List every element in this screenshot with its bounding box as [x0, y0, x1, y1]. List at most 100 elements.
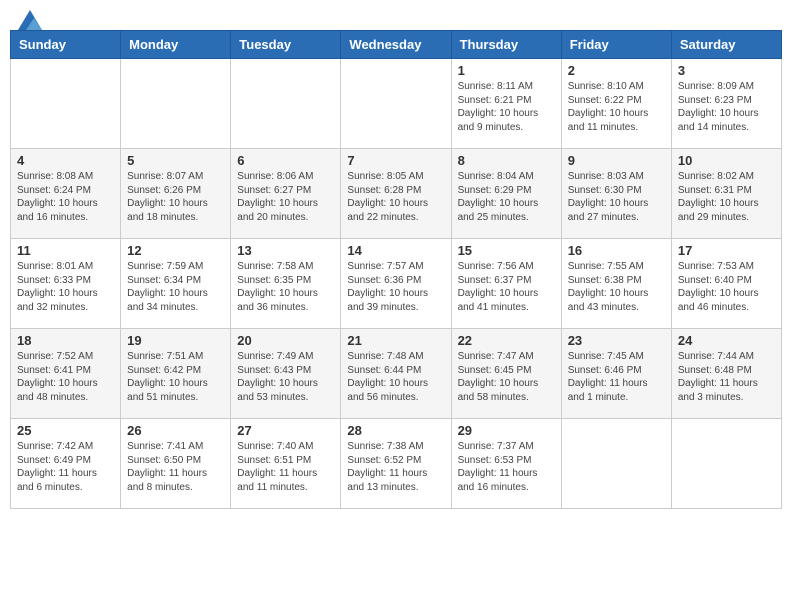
- calendar-week-row: 18 Sunrise: 7:52 AM Sunset: 6:41 PM Dayli…: [11, 329, 782, 419]
- day-number: 28: [347, 423, 444, 438]
- calendar-cell: [671, 419, 781, 509]
- day-info: Sunrise: 8:08 AM Sunset: 6:24 PM Dayligh…: [17, 170, 114, 224]
- weekday-header-saturday: Saturday: [671, 31, 781, 59]
- calendar-cell: 21 Sunrise: 7:48 AM Sunset: 6:44 PM Dayli…: [341, 329, 451, 419]
- calendar-cell: 1 Sunrise: 8:11 AM Sunset: 6:21 PM Daylig…: [451, 59, 561, 149]
- calendar-cell: [121, 59, 231, 149]
- calendar-cell: 13 Sunrise: 7:58 AM Sunset: 6:35 PM Dayli…: [231, 239, 341, 329]
- day-info: Sunrise: 8:03 AM Sunset: 6:30 PM Dayligh…: [568, 170, 665, 224]
- day-number: 10: [678, 153, 775, 168]
- day-info: Sunrise: 7:37 AM Sunset: 6:53 PM Dayligh…: [458, 440, 555, 494]
- calendar-cell: 26 Sunrise: 7:41 AM Sunset: 6:50 PM Dayli…: [121, 419, 231, 509]
- day-number: 3: [678, 63, 775, 78]
- day-info: Sunrise: 7:55 AM Sunset: 6:38 PM Dayligh…: [568, 260, 665, 314]
- day-number: 11: [17, 243, 114, 258]
- day-number: 18: [17, 333, 114, 348]
- day-number: 5: [127, 153, 224, 168]
- day-info: Sunrise: 7:44 AM Sunset: 6:48 PM Dayligh…: [678, 350, 775, 404]
- calendar-cell: 4 Sunrise: 8:08 AM Sunset: 6:24 PM Daylig…: [11, 149, 121, 239]
- calendar-cell: 17Sunrise: 7:53 AM Sunset: 6:40 PM Dayli…: [671, 239, 781, 329]
- day-info: Sunrise: 8:05 AM Sunset: 6:28 PM Dayligh…: [347, 170, 444, 224]
- calendar-cell: 8 Sunrise: 8:04 AM Sunset: 6:29 PM Daylig…: [451, 149, 561, 239]
- calendar-week-row: 4 Sunrise: 8:08 AM Sunset: 6:24 PM Daylig…: [11, 149, 782, 239]
- calendar-cell: 12 Sunrise: 7:59 AM Sunset: 6:34 PM Dayli…: [121, 239, 231, 329]
- weekday-header-thursday: Thursday: [451, 31, 561, 59]
- calendar-cell: 22 Sunrise: 7:47 AM Sunset: 6:45 PM Dayli…: [451, 329, 561, 419]
- calendar-cell: 28Sunrise: 7:38 AM Sunset: 6:52 PM Dayli…: [341, 419, 451, 509]
- day-number: 29: [458, 423, 555, 438]
- calendar-cell: 19Sunrise: 7:51 AM Sunset: 6:42 PM Dayli…: [121, 329, 231, 419]
- calendar-cell: 18 Sunrise: 7:52 AM Sunset: 6:41 PM Dayli…: [11, 329, 121, 419]
- day-info: Sunrise: 7:40 AM Sunset: 6:51 PM Dayligh…: [237, 440, 334, 494]
- day-info: Sunrise: 7:56 AM Sunset: 6:37 PM Dayligh…: [458, 260, 555, 314]
- calendar-cell: 23 Sunrise: 7:45 AM Sunset: 6:46 PM Dayli…: [561, 329, 671, 419]
- day-number: 23: [568, 333, 665, 348]
- weekday-header-sunday: Sunday: [11, 31, 121, 59]
- day-number: 22: [458, 333, 555, 348]
- day-info: Sunrise: 8:04 AM Sunset: 6:29 PM Dayligh…: [458, 170, 555, 224]
- calendar-cell: 10 Sunrise: 8:02 AM Sunset: 6:31 PM Dayli…: [671, 149, 781, 239]
- calendar-table: SundayMondayTuesdayWednesdayThursdayFrid…: [10, 30, 782, 509]
- day-number: 15: [458, 243, 555, 258]
- day-info: Sunrise: 7:52 AM Sunset: 6:41 PM Dayligh…: [17, 350, 114, 404]
- day-number: 4: [17, 153, 114, 168]
- day-number: 27: [237, 423, 334, 438]
- calendar-cell: 2 Sunrise: 8:10 AM Sunset: 6:22 PM Daylig…: [561, 59, 671, 149]
- calendar-cell: [11, 59, 121, 149]
- day-number: 25: [17, 423, 114, 438]
- day-info: Sunrise: 7:59 AM Sunset: 6:34 PM Dayligh…: [127, 260, 224, 314]
- day-number: 26: [127, 423, 224, 438]
- calendar-cell: 24 Sunrise: 7:44 AM Sunset: 6:48 PM Dayli…: [671, 329, 781, 419]
- day-info: Sunrise: 8:11 AM Sunset: 6:21 PM Dayligh…: [458, 80, 555, 134]
- day-info: Sunrise: 8:10 AM Sunset: 6:22 PM Dayligh…: [568, 80, 665, 134]
- calendar-cell: 16 Sunrise: 7:55 AM Sunset: 6:38 PM Dayli…: [561, 239, 671, 329]
- calendar-week-row: 1 Sunrise: 8:11 AM Sunset: 6:21 PM Daylig…: [11, 59, 782, 149]
- day-number: 14: [347, 243, 444, 258]
- day-number: 19: [127, 333, 224, 348]
- day-info: Sunrise: 7:48 AM Sunset: 6:44 PM Dayligh…: [347, 350, 444, 404]
- calendar-cell: 27 Sunrise: 7:40 AM Sunset: 6:51 PM Dayli…: [231, 419, 341, 509]
- day-info: Sunrise: 8:02 AM Sunset: 6:31 PM Dayligh…: [678, 170, 775, 224]
- calendar-cell: 14 Sunrise: 7:57 AM Sunset: 6:36 PM Dayli…: [341, 239, 451, 329]
- calendar-cell: 3 Sunrise: 8:09 AM Sunset: 6:23 PM Daylig…: [671, 59, 781, 149]
- day-number: 12: [127, 243, 224, 258]
- calendar-cell: 7 Sunrise: 8:05 AM Sunset: 6:28 PM Daylig…: [341, 149, 451, 239]
- weekday-header-tuesday: Tuesday: [231, 31, 341, 59]
- day-number: 21: [347, 333, 444, 348]
- day-number: 9: [568, 153, 665, 168]
- weekday-header-row: SundayMondayTuesdayWednesdayThursdayFrid…: [11, 31, 782, 59]
- page-header: [10, 10, 782, 22]
- day-number: 16: [568, 243, 665, 258]
- day-number: 1: [458, 63, 555, 78]
- calendar-cell: 5 Sunrise: 8:07 AM Sunset: 6:26 PM Daylig…: [121, 149, 231, 239]
- day-info: Sunrise: 7:45 AM Sunset: 6:46 PM Dayligh…: [568, 350, 665, 404]
- calendar-cell: 20 Sunrise: 7:49 AM Sunset: 6:43 PM Dayli…: [231, 329, 341, 419]
- day-info: Sunrise: 7:58 AM Sunset: 6:35 PM Dayligh…: [237, 260, 334, 314]
- logo: [14, 10, 42, 22]
- day-number: 17: [678, 243, 775, 258]
- day-info: Sunrise: 7:57 AM Sunset: 6:36 PM Dayligh…: [347, 260, 444, 314]
- day-number: 6: [237, 153, 334, 168]
- calendar-cell: 9 Sunrise: 8:03 AM Sunset: 6:30 PM Daylig…: [561, 149, 671, 239]
- day-info: Sunrise: 7:42 AM Sunset: 6:49 PM Dayligh…: [17, 440, 114, 494]
- day-number: 13: [237, 243, 334, 258]
- day-number: 2: [568, 63, 665, 78]
- day-info: Sunrise: 7:49 AM Sunset: 6:43 PM Dayligh…: [237, 350, 334, 404]
- calendar-week-row: 25 Sunrise: 7:42 AM Sunset: 6:49 PM Dayli…: [11, 419, 782, 509]
- calendar-cell: [231, 59, 341, 149]
- day-info: Sunrise: 8:07 AM Sunset: 6:26 PM Dayligh…: [127, 170, 224, 224]
- weekday-header-monday: Monday: [121, 31, 231, 59]
- day-number: 24: [678, 333, 775, 348]
- calendar-cell: 25 Sunrise: 7:42 AM Sunset: 6:49 PM Dayli…: [11, 419, 121, 509]
- day-info: Sunrise: 7:41 AM Sunset: 6:50 PM Dayligh…: [127, 440, 224, 494]
- day-number: 20: [237, 333, 334, 348]
- day-number: 8: [458, 153, 555, 168]
- day-info: Sunrise: 7:47 AM Sunset: 6:45 PM Dayligh…: [458, 350, 555, 404]
- calendar-week-row: 11Sunrise: 8:01 AM Sunset: 6:33 PM Dayli…: [11, 239, 782, 329]
- weekday-header-wednesday: Wednesday: [341, 31, 451, 59]
- calendar-cell: [561, 419, 671, 509]
- calendar-cell: 29 Sunrise: 7:37 AM Sunset: 6:53 PM Dayli…: [451, 419, 561, 509]
- calendar-cell: 11Sunrise: 8:01 AM Sunset: 6:33 PM Dayli…: [11, 239, 121, 329]
- day-number: 7: [347, 153, 444, 168]
- day-info: Sunrise: 8:09 AM Sunset: 6:23 PM Dayligh…: [678, 80, 775, 134]
